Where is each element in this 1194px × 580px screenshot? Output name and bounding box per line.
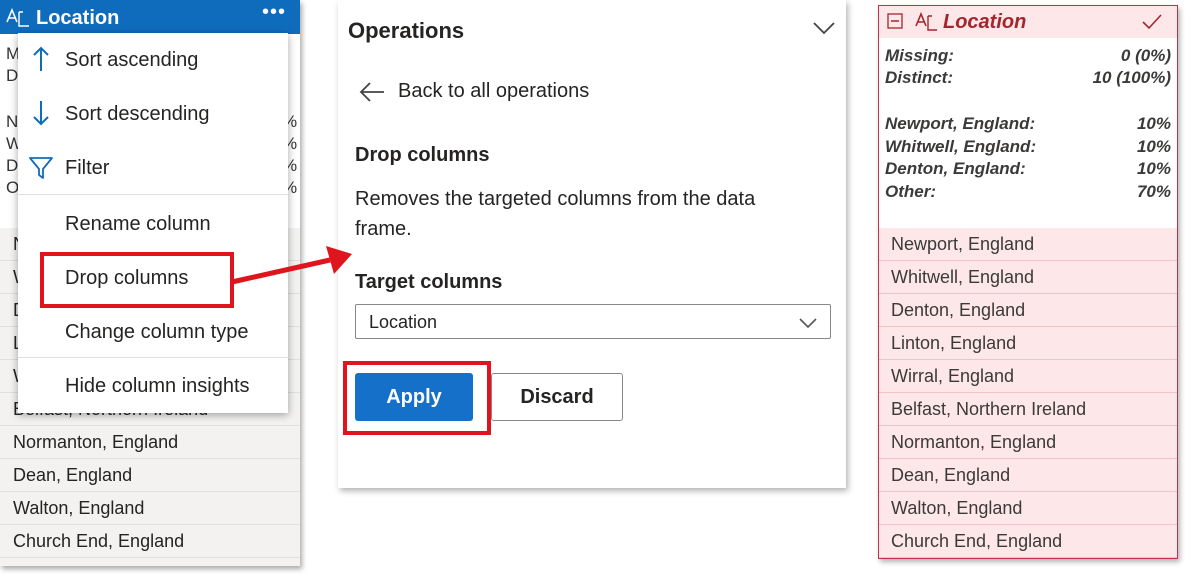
table-row: Linton, England <box>879 327 1177 360</box>
operations-title: Operations <box>348 18 465 43</box>
column-header: Location <box>879 6 1177 38</box>
arrow-up-icon <box>33 46 49 71</box>
top-value: Other: 70% <box>885 182 1171 201</box>
minus-square-icon[interactable] <box>887 13 903 29</box>
menu-divider <box>18 194 288 195</box>
menu-item-sort-descending[interactable]: Sort descending <box>18 89 288 139</box>
menu-item-filter[interactable]: Filter <box>18 143 288 193</box>
checkmark-icon <box>1142 14 1162 30</box>
menu-item-label: Change column type <box>65 321 249 343</box>
dropped-column-preview: Location Missing: 0 (0%) Distinct: 10 (1… <box>878 5 1178 559</box>
filter-icon <box>29 157 53 179</box>
target-columns-label: Target columns <box>355 271 503 293</box>
text-type-icon <box>6 8 29 27</box>
menu-item-change-column-type[interactable]: Change column type <box>18 307 288 357</box>
menu-divider <box>18 357 288 358</box>
stat-distinct: Distinct: 10 (100%) <box>885 68 1171 87</box>
operation-description: Removes the targeted columns from the da… <box>355 188 756 240</box>
discard-button[interactable]: Discard <box>491 373 623 421</box>
menu-item-label: Rename column <box>65 213 211 235</box>
table-row: Newport, England <box>879 228 1177 261</box>
column-stats: Missing: 0 (0%) Distinct: 10 (100%) Newp… <box>879 38 1177 228</box>
table-row: Walton, England <box>0 492 300 525</box>
stat-missing: Missing: 0 (0%) <box>885 46 1171 65</box>
table-row: Denton, England <box>879 294 1177 327</box>
table-row: Normanton, England <box>879 426 1177 459</box>
menu-item-label: Sort descending <box>65 103 210 125</box>
top-value: Newport, England: 10% <box>885 114 1171 133</box>
arrow-down-icon <box>33 101 49 126</box>
target-columns-select[interactable]: Location <box>355 304 831 339</box>
table-row: Church End, England <box>879 525 1177 558</box>
menu-item-label: Sort ascending <box>65 49 199 71</box>
table-row: Wirral, England <box>879 360 1177 393</box>
table-row: Belfast, Northern Ireland <box>879 393 1177 426</box>
stat-fragment: D <box>6 66 19 85</box>
back-link-label: Back to all operations <box>398 80 590 102</box>
arrow-left-icon <box>359 82 384 102</box>
table-row: Church End, England <box>0 525 300 558</box>
table-row: Normanton, England <box>0 426 300 459</box>
table-row: Dean, England <box>879 459 1177 492</box>
stat-fragment: D <box>6 156 19 175</box>
column-header[interactable]: Location ••• <box>0 0 300 34</box>
back-to-operations-link[interactable]: Back to all operations <box>358 78 618 108</box>
pointer-arrow <box>231 246 352 285</box>
column-context-menu: Sort ascending Sort descending Filter Re… <box>18 33 288 413</box>
table-row: Dean, England <box>0 459 300 492</box>
column-title: Location <box>36 7 120 29</box>
menu-item-hide-column-insights[interactable]: Hide column insights <box>18 361 288 411</box>
table-row: Whitwell, England <box>879 261 1177 294</box>
chevron-down-icon <box>799 318 817 329</box>
menu-item-sort-ascending[interactable]: Sort ascending <box>18 35 288 85</box>
menu-item-label: Hide column insights <box>65 375 250 397</box>
more-icon[interactable]: ••• <box>262 2 286 22</box>
apply-highlight <box>343 361 491 435</box>
drop-columns-highlight <box>40 252 234 308</box>
chevron-down-icon[interactable] <box>812 20 836 36</box>
text-type-icon <box>915 12 937 31</box>
column-title: Location <box>943 11 1027 33</box>
top-value: Whitwell, England: 10% <box>885 137 1171 156</box>
menu-item-label: Filter <box>65 157 110 179</box>
operation-heading: Drop columns <box>355 144 490 166</box>
stat-fragment: N <box>6 112 19 131</box>
target-columns-value: Location <box>369 312 438 332</box>
table-row: Walton, England <box>879 492 1177 525</box>
top-value: Denton, England: 10% <box>885 159 1171 178</box>
